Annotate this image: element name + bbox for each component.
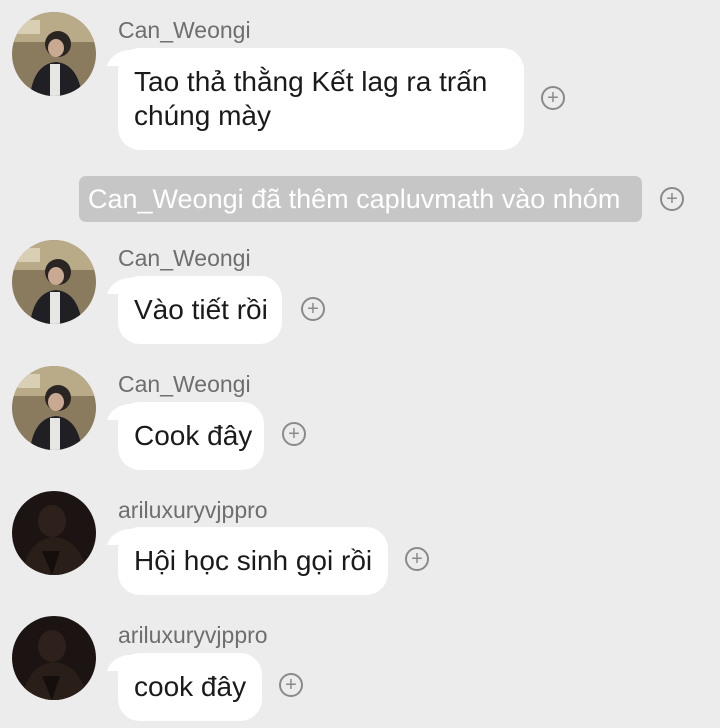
message-bubble[interactable]: cook đây (118, 653, 262, 721)
message-text-line: Hội học sinh gọi rồi (134, 545, 373, 576)
add-reaction-icon[interactable]: + (405, 547, 429, 571)
message-bubble[interactable]: Vào tiết rồi (118, 276, 282, 344)
avatar[interactable] (12, 366, 96, 450)
avatar-light-image (12, 12, 96, 96)
system-notice: Can_Weongi đã thêm capluvmath vào nhóm (79, 176, 642, 222)
message-text-line: Vào tiết rồi (134, 294, 268, 325)
avatar-light-image (12, 240, 96, 324)
sender-name: ariluxuryvjppro (118, 497, 268, 523)
avatar[interactable] (12, 12, 96, 96)
message-text-line: chúng mày (134, 100, 271, 131)
avatar-light-image (12, 366, 96, 450)
add-reaction-icon[interactable]: + (660, 187, 684, 211)
avatar[interactable] (12, 616, 96, 700)
message-text-line: Tao thả thằng Kết lag ra trấn (134, 66, 488, 97)
message-text-line: Cook đây (134, 420, 253, 451)
sender-name: Can_Weongi (118, 371, 251, 397)
add-reaction-icon[interactable]: + (282, 422, 306, 446)
avatar[interactable] (12, 491, 96, 575)
message-text-line: cook đây (134, 671, 247, 702)
message-bubble[interactable]: Tao thả thằng Kết lag ra trấn chúng mày (118, 48, 524, 150)
message-bubble[interactable]: Hội học sinh gọi rồi (118, 527, 388, 595)
avatar-dark-image (12, 491, 96, 575)
add-reaction-icon[interactable]: + (541, 86, 565, 110)
avatar-dark-image (12, 616, 96, 700)
sender-name: Can_Weongi (118, 17, 251, 43)
add-reaction-icon[interactable]: + (301, 297, 325, 321)
sender-name: ariluxuryvjppro (118, 622, 268, 648)
message-bubble[interactable]: Cook đây (118, 402, 264, 470)
sender-name: Can_Weongi (118, 245, 251, 271)
add-reaction-icon[interactable]: + (279, 673, 303, 697)
avatar[interactable] (12, 240, 96, 324)
